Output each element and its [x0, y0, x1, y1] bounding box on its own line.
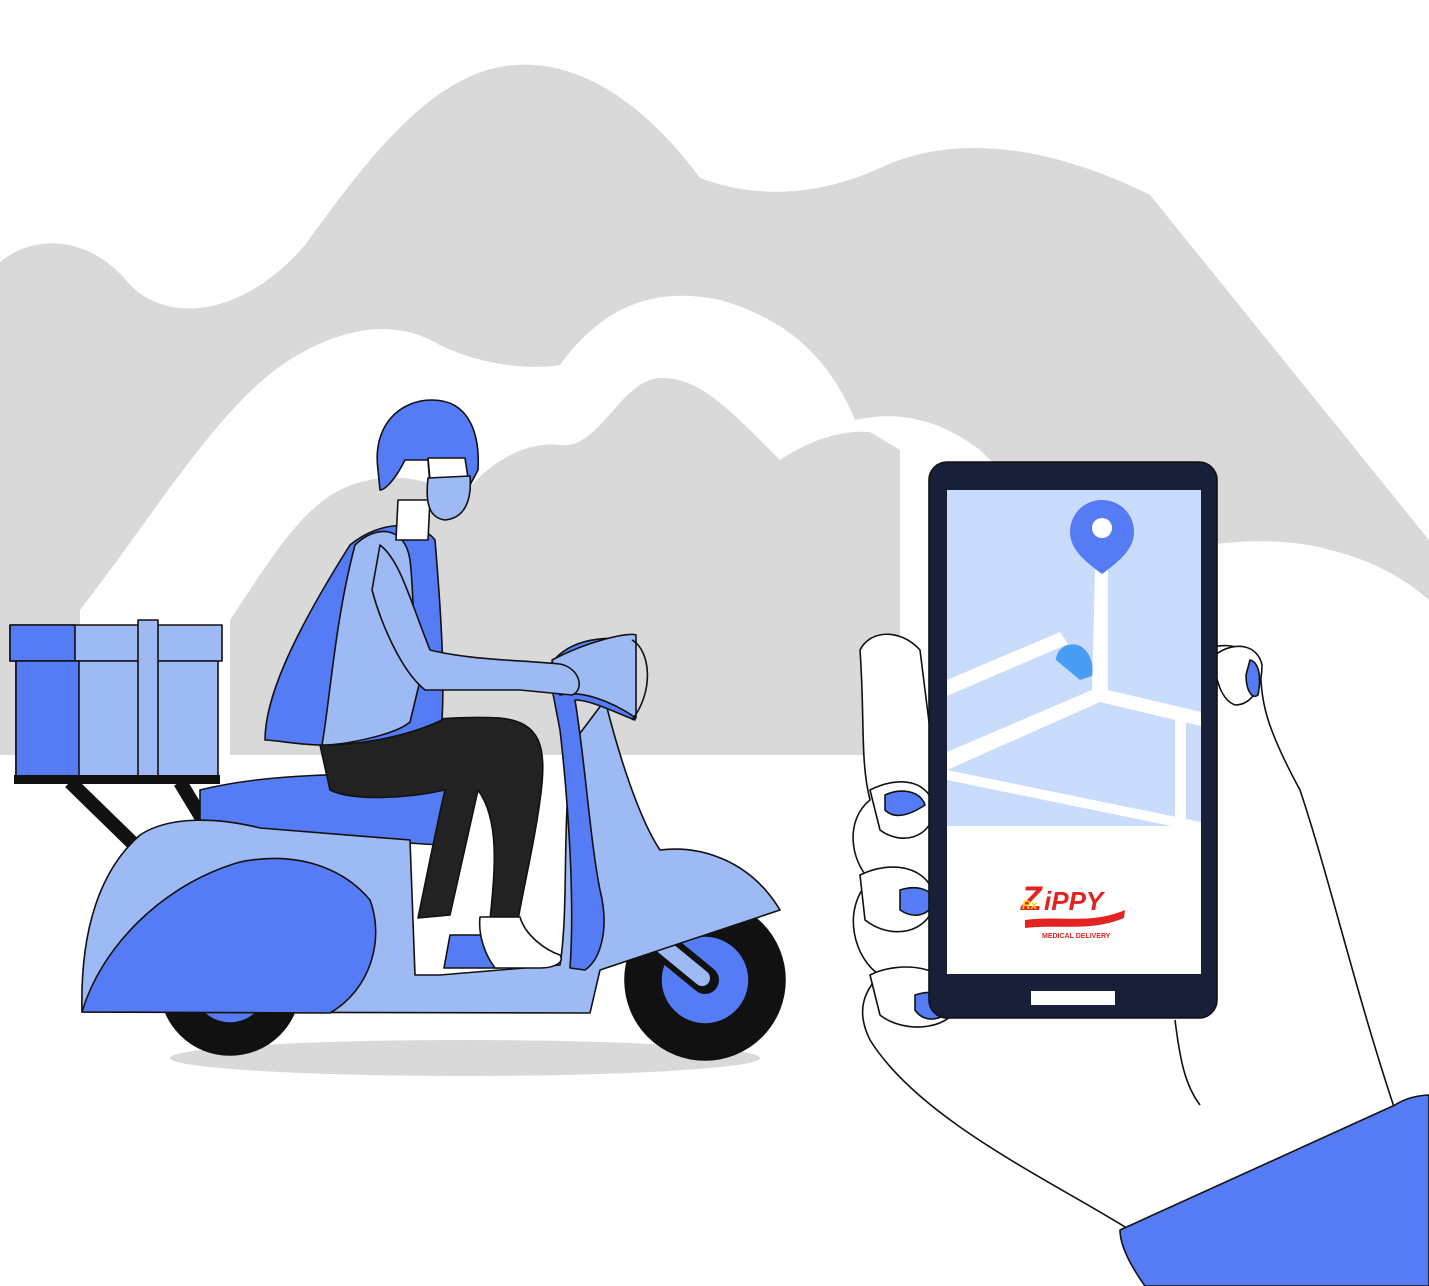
- delivery-illustration: Z Rx iPPY MEDICAL DELIVERY: [0, 64, 1429, 1286]
- rx-mark: Rx: [1022, 898, 1039, 912]
- delivery-box: [9, 619, 223, 784]
- brand-name-rest: iPPY: [1044, 886, 1106, 916]
- home-button-icon[interactable]: [1031, 991, 1115, 1005]
- brand-tagline: MEDICAL DELIVERY: [1042, 933, 1111, 940]
- smartphone: Z Rx iPPY MEDICAL DELIVERY: [928, 461, 1218, 1019]
- map-view: [947, 490, 1201, 832]
